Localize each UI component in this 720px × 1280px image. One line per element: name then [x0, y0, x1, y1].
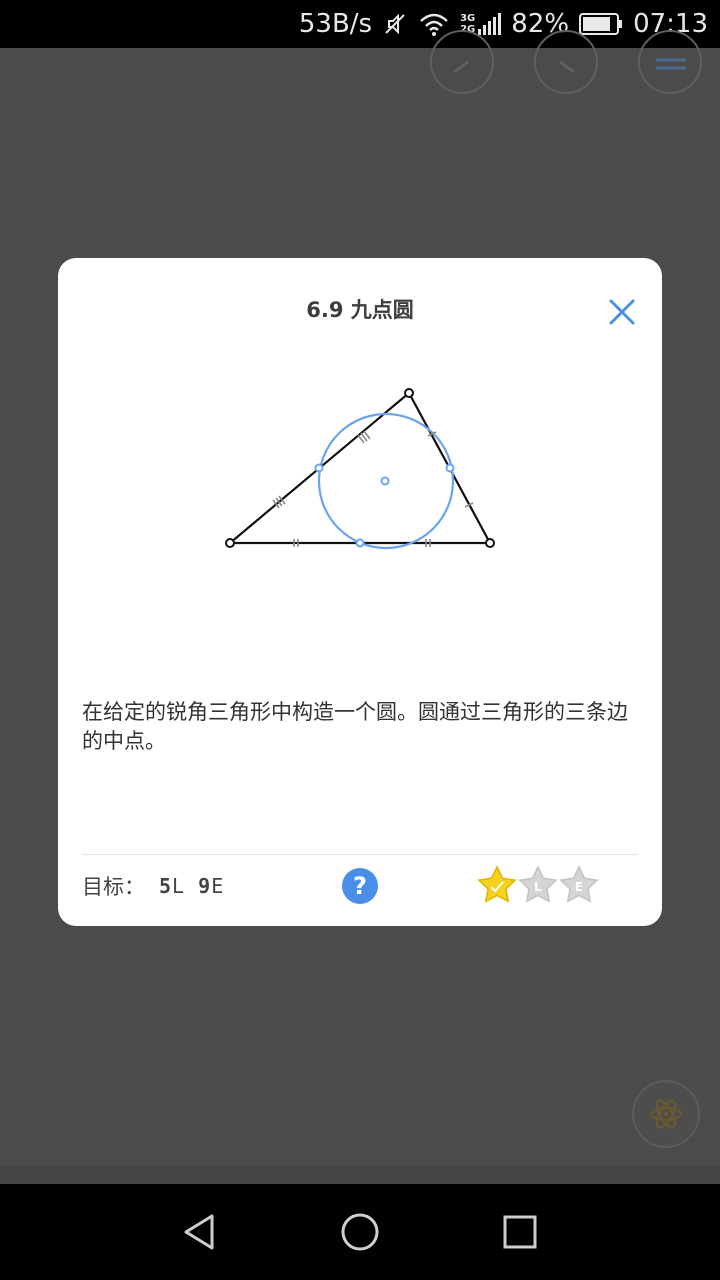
- menu-icon: [656, 58, 686, 70]
- level-dialog: 6.9 九点圆 在给定的锐角三角形中构造一个圆。圆通过三角形的三条边的中点。 目…: [58, 258, 662, 926]
- close-button[interactable]: [606, 296, 638, 328]
- redo-icon: [559, 60, 575, 74]
- help-button[interactable]: ?: [342, 868, 378, 904]
- level-title: 6.9 九点圆: [306, 298, 414, 322]
- network-type-top: 3G: [460, 13, 476, 24]
- question-icon: ?: [353, 872, 367, 900]
- home-icon: [341, 1213, 379, 1251]
- level-description: 在给定的锐角三角形中构造一个圆。圆通过三角形的三条边的中点。: [82, 700, 628, 753]
- goal: 目标： 5L 9E: [82, 870, 224, 902]
- tools-button: [632, 1080, 700, 1148]
- star-e: E: [560, 866, 598, 903]
- star-rating: L E: [478, 866, 598, 903]
- divider: [82, 854, 638, 855]
- star-l: L: [519, 866, 557, 903]
- undo-button: [430, 30, 494, 94]
- goal-label: 目标：: [82, 875, 145, 899]
- undo-icon: [453, 60, 469, 74]
- goal-value: 5L 9E: [159, 874, 225, 898]
- status-bar: 53B/s 3G 2G 82% 07:13: [0, 0, 720, 48]
- star-e-label: E: [575, 880, 583, 894]
- recents-button[interactable]: [496, 1208, 544, 1256]
- atom-icon: [650, 1099, 682, 1129]
- close-icon: [609, 299, 635, 325]
- star-l-label: L: [534, 880, 542, 894]
- equal-length-marks: [272, 430, 474, 547]
- nine-point-circle-diagram: [225, 388, 495, 550]
- redo-button: [534, 30, 598, 94]
- menu-button: [638, 30, 702, 94]
- back-button[interactable]: [176, 1208, 224, 1256]
- mute-icon: [382, 11, 408, 37]
- recents-icon: [503, 1215, 537, 1249]
- home-button[interactable]: [336, 1208, 384, 1256]
- navigation-bar: [0, 1184, 720, 1280]
- midpoints: [314, 463, 455, 548]
- bottom-toolbar: [0, 1166, 720, 1184]
- star-earned: [478, 866, 516, 903]
- back-icon: [184, 1214, 214, 1250]
- network-speed: 53B/s: [298, 9, 373, 39]
